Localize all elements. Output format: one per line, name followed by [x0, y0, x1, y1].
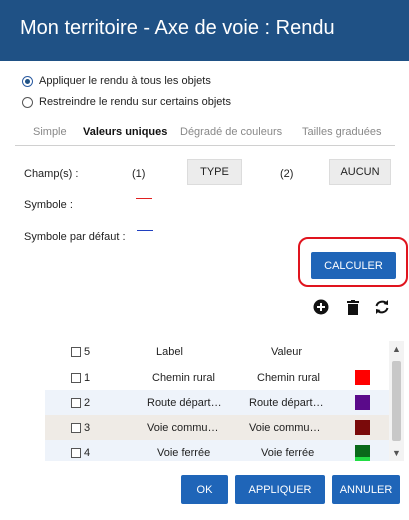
default-symbol-label: Symbole par défaut : — [24, 231, 126, 243]
select-all-checkbox[interactable] — [71, 347, 81, 357]
calculate-button[interactable]: CALCULER — [311, 252, 396, 279]
row-count: 5 — [84, 346, 91, 358]
cancel-button[interactable]: ANNULER — [332, 475, 400, 504]
row-color-swatch-partial — [355, 457, 370, 461]
field-1-index: (1) — [132, 168, 146, 180]
column-label-header: Label — [156, 346, 183, 358]
row-color-swatch[interactable] — [355, 395, 370, 410]
scope-option-all-label: Appliquer le rendu à tous les objets — [39, 75, 211, 87]
scroll-up-icon[interactable]: ▲ — [389, 342, 404, 356]
row-label: Chemin rural — [152, 372, 215, 384]
symbol-preview[interactable] — [136, 198, 152, 199]
row-value: Chemin rural — [257, 372, 320, 384]
table-row[interactable]: 1 Chemin rural Chemin rural — [45, 365, 389, 390]
scope-option-all[interactable]: Appliquer le rendu à tous les objets — [22, 75, 211, 87]
row-label: Voie commu… — [147, 422, 219, 434]
row-value: Voie commu… — [249, 422, 321, 434]
symbol-label: Symbole : — [24, 199, 73, 211]
refresh-icon[interactable] — [373, 298, 391, 316]
trash-icon[interactable] — [344, 298, 362, 316]
table-row[interactable]: 4 Voie ferrée Voie ferrée — [45, 440, 389, 461]
row-label: Voie ferrée — [157, 447, 211, 459]
row-value: Voie ferrée — [261, 447, 315, 459]
tab-unique-values[interactable]: Valeurs uniques — [83, 126, 167, 138]
row-checkbox[interactable] — [71, 423, 81, 433]
row-color-swatch[interactable] — [355, 420, 370, 435]
table-row[interactable]: 3 Voie commu… Voie commu… — [45, 415, 389, 440]
tab-simple[interactable]: Simple — [33, 126, 67, 138]
field-2-button[interactable]: AUCUN — [329, 159, 391, 185]
row-label: Route départ… — [147, 397, 222, 409]
row-color-swatch[interactable] — [355, 370, 370, 385]
scroll-thumb[interactable] — [392, 361, 401, 441]
row-number: 3 — [84, 422, 91, 434]
default-symbol-preview[interactable] — [137, 230, 153, 231]
row-number: 4 — [84, 447, 91, 459]
window-title: Mon territoire - Axe de voie : Rendu — [20, 17, 335, 39]
row-checkbox[interactable] — [71, 448, 81, 458]
scroll-down-icon[interactable]: ▼ — [389, 446, 404, 460]
field-2-index: (2) — [280, 168, 294, 180]
title-bar: Mon territoire - Axe de voie : Rendu — [0, 0, 409, 61]
field-1-button[interactable]: TYPE — [187, 159, 242, 185]
table-scrollbar[interactable]: ▲ ▼ — [389, 341, 404, 461]
row-number: 2 — [84, 397, 91, 409]
tab-color-gradient[interactable]: Dégradé de couleurs — [180, 126, 282, 138]
row-number: 1 — [84, 372, 91, 384]
radio-all[interactable] — [22, 75, 33, 87]
radio-some[interactable] — [22, 96, 33, 108]
column-value-header: Valeur — [271, 346, 302, 358]
table-header: 5 Label Valeur — [45, 341, 389, 363]
fields-label: Champ(s) : — [24, 168, 79, 180]
table-row[interactable]: 2 Route départ… Route départ… — [45, 390, 389, 415]
tab-graduated-sizes[interactable]: Tailles graduées — [302, 126, 382, 138]
values-table: 5 Label Valeur 1 Chemin rural Chemin rur… — [45, 341, 389, 461]
ok-button[interactable]: OK — [181, 475, 228, 504]
apply-button[interactable]: APPLIQUER — [235, 475, 325, 504]
row-checkbox[interactable] — [71, 373, 81, 383]
scope-option-some-label: Restreindre le rendu sur certains objets — [39, 96, 231, 108]
plus-circle-icon[interactable] — [312, 298, 330, 316]
row-checkbox[interactable] — [71, 398, 81, 408]
render-tabs: Simple Valeurs uniques Dégradé de couleu… — [15, 124, 395, 146]
scope-option-some[interactable]: Restreindre le rendu sur certains objets — [22, 96, 231, 108]
row-value: Route départ… — [249, 397, 324, 409]
